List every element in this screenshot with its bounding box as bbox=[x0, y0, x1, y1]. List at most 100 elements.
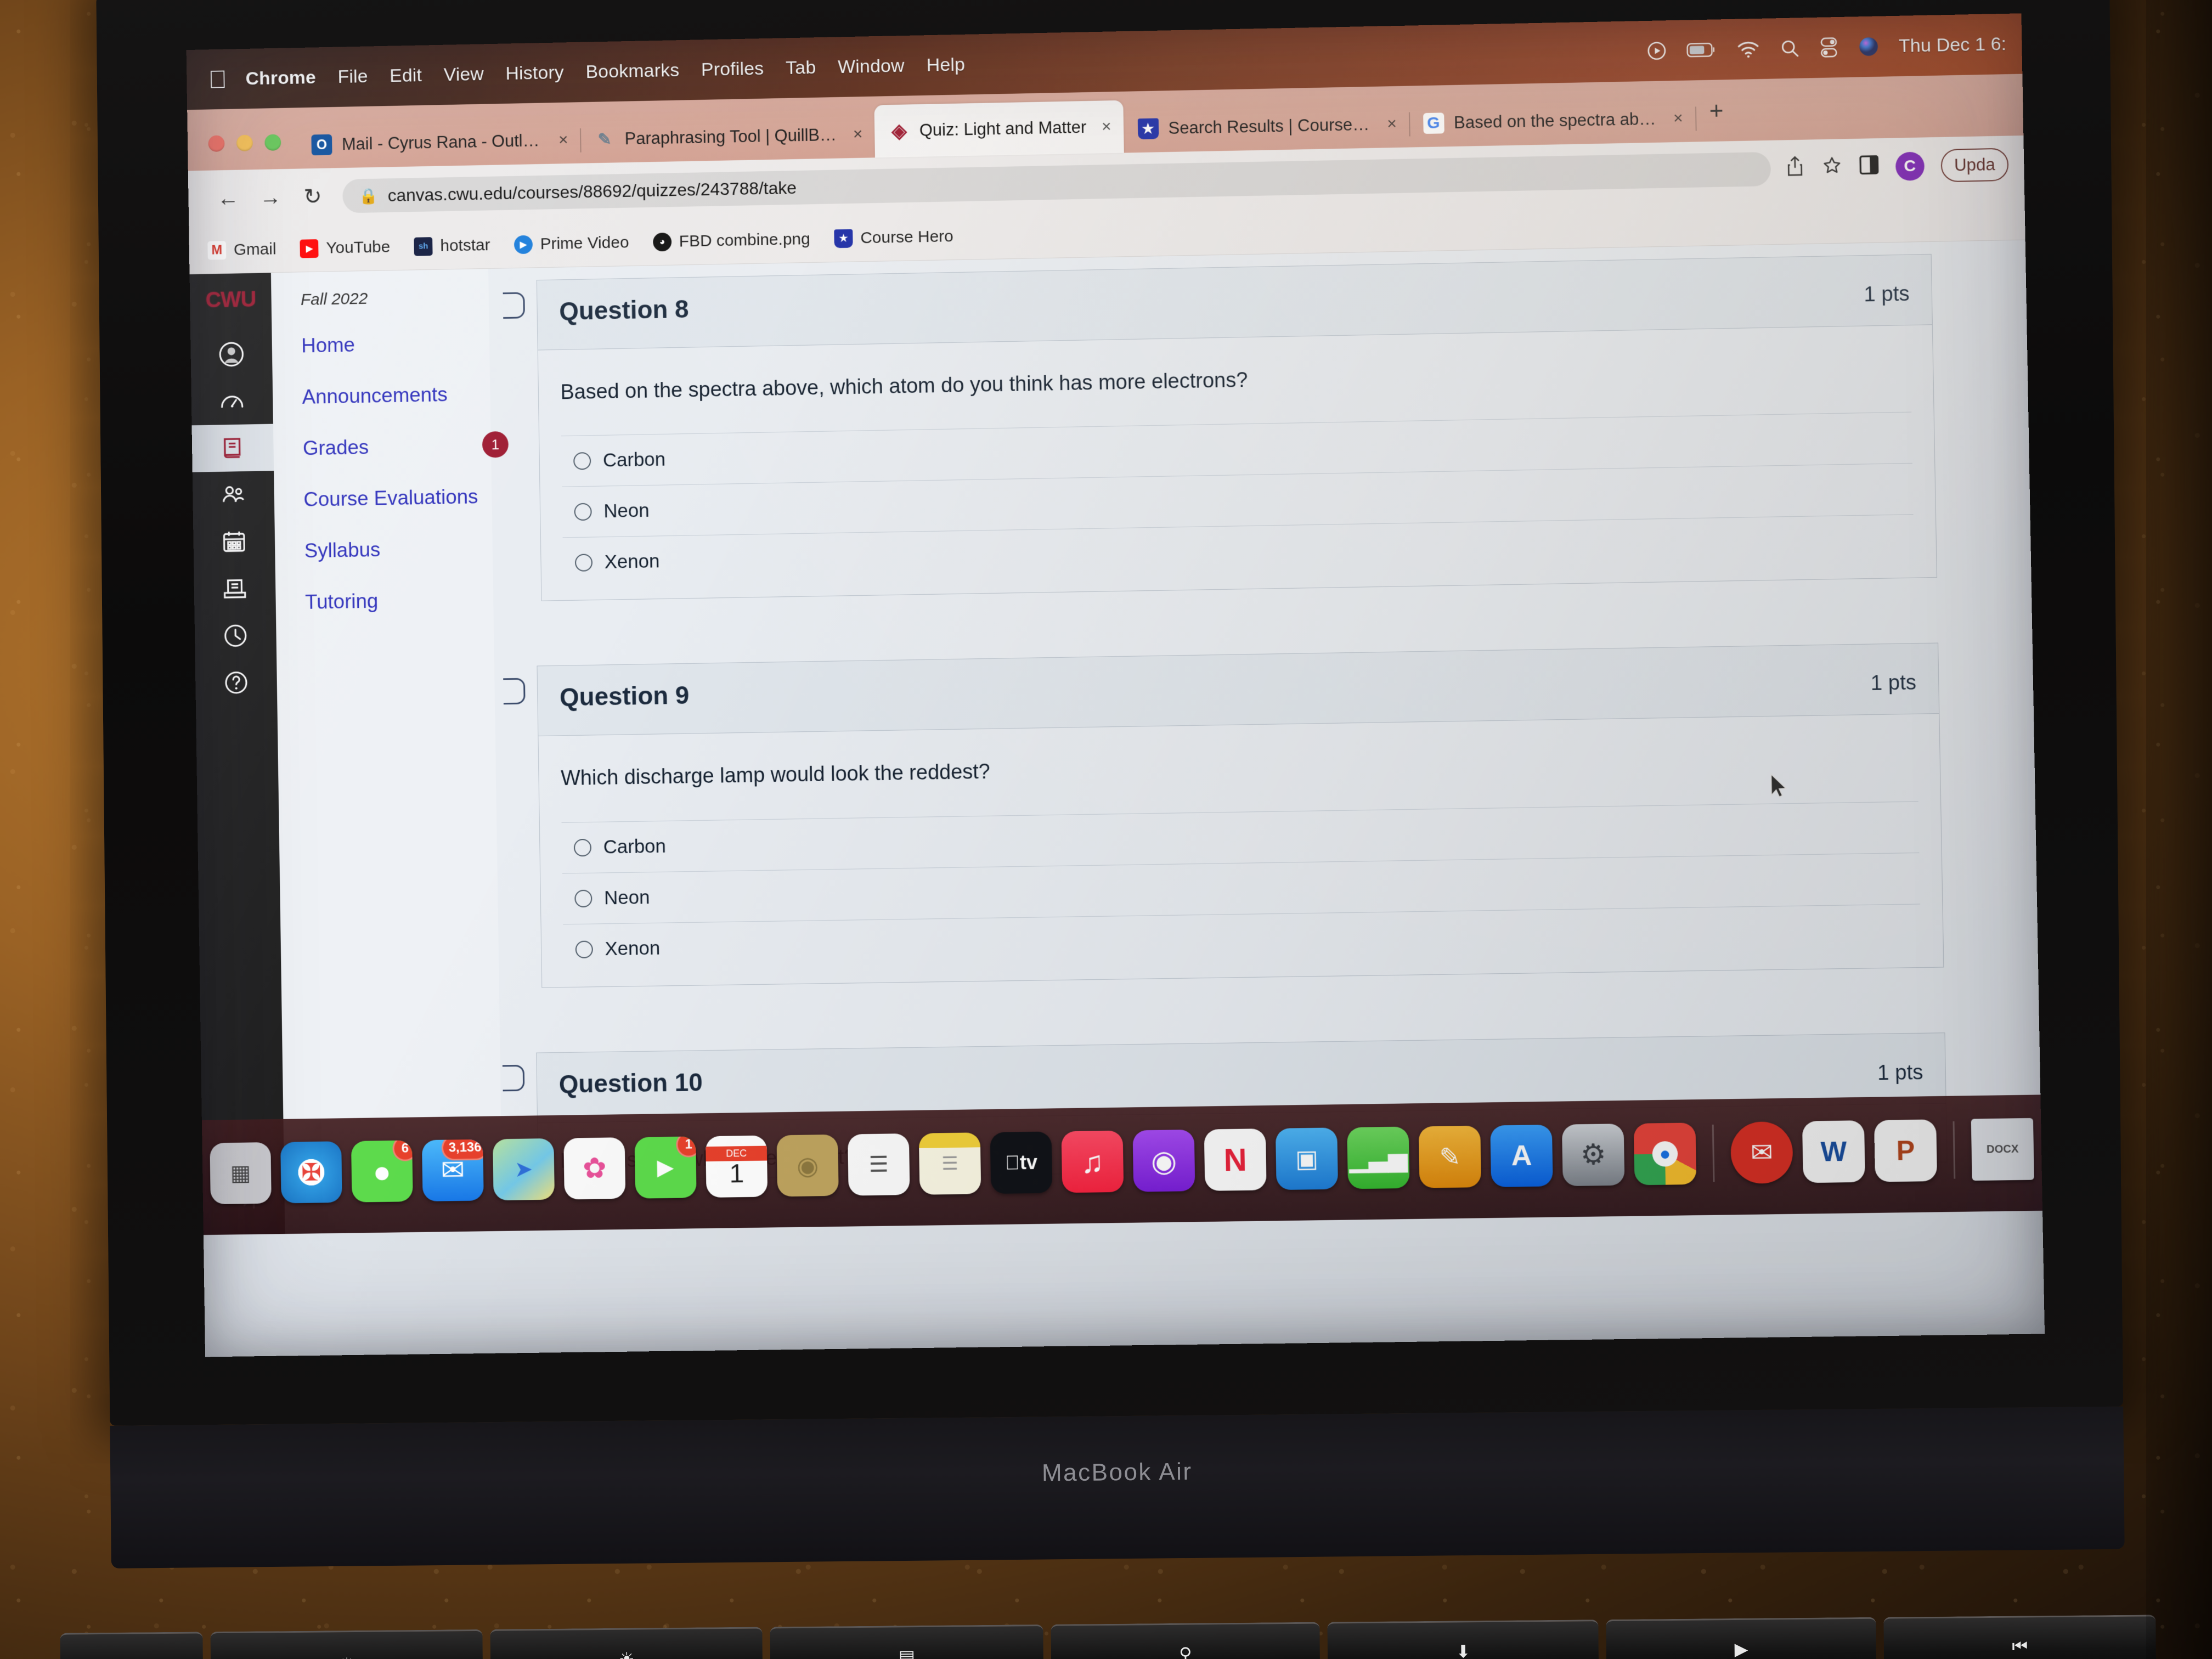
bookmark-youtube[interactable]: ▶ YouTube bbox=[300, 238, 391, 258]
radio-button-icon[interactable] bbox=[574, 503, 592, 521]
course-nav-syllabus[interactable]: Syllabus bbox=[304, 537, 493, 563]
menu-help[interactable]: Help bbox=[926, 54, 965, 76]
dock-keynote[interactable]: ▣ bbox=[1276, 1127, 1338, 1190]
bookmark-hotstar[interactable]: sh hotstar bbox=[414, 236, 490, 256]
flag-question-icon[interactable] bbox=[503, 292, 525, 318]
dock-contacts[interactable]: ◉ bbox=[776, 1135, 838, 1197]
key-media-previous[interactable]: ⏮ bbox=[1883, 1615, 2156, 1659]
dock-photos[interactable]: ✿ bbox=[563, 1137, 625, 1199]
dock-maps[interactable]: ➤ bbox=[493, 1138, 555, 1200]
sidebar-item-calendar[interactable] bbox=[193, 518, 275, 566]
key-do-not-disturb[interactable]: ▶ bbox=[1606, 1617, 1877, 1659]
close-icon[interactable]: × bbox=[853, 125, 863, 144]
close-icon[interactable]: × bbox=[1102, 117, 1111, 136]
tab-google-search[interactable]: G Based on the spectra above, w × bbox=[1408, 94, 1695, 147]
new-tab-button[interactable]: + bbox=[1695, 97, 1739, 142]
cwu-logo[interactable]: CWU bbox=[205, 287, 256, 313]
dock-gmail-app[interactable]: ✉ bbox=[1730, 1121, 1793, 1184]
sidebar-item-inbox[interactable] bbox=[194, 565, 276, 613]
sidebar-item-help[interactable] bbox=[195, 658, 278, 707]
dock-messages[interactable]: ● 6 bbox=[351, 1140, 413, 1202]
menu-file[interactable]: File bbox=[337, 66, 368, 88]
update-button[interactable]: Upda bbox=[1940, 148, 2008, 183]
dock-reminders[interactable]: ☰ bbox=[848, 1133, 910, 1196]
dock-launchpad[interactable]: ▦ bbox=[210, 1142, 272, 1204]
sidebar-item-groups[interactable] bbox=[193, 471, 275, 519]
radio-button-icon[interactable] bbox=[575, 554, 592, 572]
tab-quillbot[interactable]: ✎ Paraphrasing Tool | QuillBot AI × bbox=[580, 111, 875, 163]
course-nav-announcements[interactable]: Announcements bbox=[302, 382, 490, 409]
sidebar-item-account[interactable] bbox=[190, 330, 273, 379]
battery-icon[interactable] bbox=[1686, 40, 1718, 59]
sidebar-item-dashboard[interactable] bbox=[191, 377, 273, 425]
key-mission-control[interactable]: ▤ bbox=[770, 1624, 1043, 1659]
menu-bar-clock[interactable]: Thu Dec 1 6: bbox=[1899, 33, 2007, 57]
course-nav-course-evaluations[interactable]: Course Evaluations bbox=[303, 485, 492, 511]
key-spotlight[interactable]: ⚲ bbox=[1051, 1622, 1321, 1659]
key-esc[interactable]: esc bbox=[60, 1632, 203, 1659]
dock-podcasts[interactable]: ◉ bbox=[1133, 1130, 1195, 1192]
side-panel-icon[interactable] bbox=[1859, 155, 1879, 180]
menu-bookmarks[interactable]: Bookmarks bbox=[585, 59, 679, 82]
close-icon[interactable]: × bbox=[1673, 109, 1683, 128]
dock-pages[interactable]: ✎ bbox=[1419, 1126, 1481, 1188]
close-icon[interactable]: × bbox=[1387, 115, 1397, 133]
control-center-icon[interactable] bbox=[1819, 36, 1839, 59]
dock-microsoft-powerpoint[interactable]: P bbox=[1874, 1119, 1937, 1182]
dock-notes[interactable]: ☰ bbox=[919, 1132, 981, 1195]
wifi-icon[interactable] bbox=[1736, 39, 1761, 59]
menu-tab[interactable]: Tab bbox=[786, 57, 816, 79]
close-window-button[interactable] bbox=[208, 136, 224, 152]
bookmark-gmail[interactable]: M Gmail bbox=[207, 240, 276, 259]
dock-facetime[interactable]: ▶ 1 bbox=[635, 1136, 697, 1198]
key-dictation[interactable]: ⬇ bbox=[1328, 1620, 1599, 1659]
dock-docx-document[interactable]: DOCX bbox=[1971, 1118, 2034, 1181]
menu-history[interactable]: History bbox=[505, 62, 564, 84]
menu-edit[interactable]: Edit bbox=[390, 65, 422, 87]
dock-news[interactable]: N bbox=[1204, 1128, 1267, 1191]
dock-calendar[interactable]: DEC 1 bbox=[706, 1136, 768, 1198]
menu-window[interactable]: Window bbox=[838, 55, 905, 77]
radio-button-icon[interactable] bbox=[574, 890, 592, 907]
dock-numbers[interactable]: ▁▃▅ bbox=[1347, 1127, 1409, 1189]
radio-button-icon[interactable] bbox=[574, 839, 591, 856]
dock-apple-tv[interactable]: tv bbox=[990, 1131, 1053, 1194]
course-nav-grades[interactable]: Grades 1 bbox=[303, 433, 492, 460]
dock-system-settings[interactable]: ⚙ bbox=[1562, 1124, 1625, 1186]
dock-microsoft-word[interactable]: W bbox=[1802, 1120, 1865, 1183]
tab-quiz-light-and-matter[interactable]: ◈ Quiz: Light and Matter × bbox=[874, 100, 1124, 158]
flag-question-icon[interactable] bbox=[503, 678, 525, 704]
profile-avatar[interactable]: C bbox=[1895, 152, 1925, 181]
radio-button-icon[interactable] bbox=[573, 452, 591, 470]
sidebar-item-courses[interactable] bbox=[192, 424, 274, 472]
bookmark-prime-video[interactable]: ▶ Prime Video bbox=[514, 233, 629, 254]
reload-button[interactable]: ↻ bbox=[291, 184, 334, 210]
play-circle-icon[interactable] bbox=[1646, 40, 1668, 62]
radio-button-icon[interactable] bbox=[575, 940, 593, 958]
bookmark-fbd-combine[interactable]: ◕ FBD combine.png bbox=[653, 230, 810, 251]
share-icon[interactable] bbox=[1785, 155, 1805, 182]
minimize-window-button[interactable] bbox=[236, 135, 253, 151]
forward-button[interactable]: → bbox=[249, 185, 292, 210]
star-icon[interactable] bbox=[1821, 155, 1843, 181]
dock-mail[interactable]: ✉ 3,136 bbox=[422, 1139, 484, 1201]
sidebar-item-history[interactable] bbox=[194, 612, 276, 660]
apple-logo-icon[interactable]:  bbox=[208, 66, 228, 92]
dock-app-store[interactable]: A bbox=[1490, 1125, 1553, 1187]
dock-music[interactable]: ♫ bbox=[1062, 1131, 1124, 1193]
dock-chrome[interactable]: ● bbox=[1634, 1122, 1697, 1185]
course-nav-home[interactable]: Home bbox=[301, 331, 489, 357]
key-brightness-down[interactable]: ☼ bbox=[210, 1629, 483, 1659]
menu-profiles[interactable]: Profiles bbox=[701, 58, 764, 80]
bookmark-course-hero[interactable]: ★ Course Hero bbox=[834, 227, 953, 248]
flag-question-icon[interactable] bbox=[503, 1065, 524, 1091]
menu-chrome[interactable]: Chrome bbox=[245, 67, 316, 89]
tab-course-hero-search[interactable]: ★ Search Results | Course Hero × bbox=[1123, 100, 1409, 153]
search-icon[interactable] bbox=[1779, 37, 1801, 59]
key-brightness-up[interactable]: ☀ bbox=[490, 1627, 763, 1659]
maximize-window-button[interactable] bbox=[264, 134, 281, 151]
tab-outlook-mail[interactable]: O Mail - Cyrus Rana - Outlook × bbox=[297, 116, 580, 168]
menu-view[interactable]: View bbox=[443, 64, 484, 86]
dock-safari[interactable]: ✠ bbox=[280, 1141, 342, 1203]
siri-icon[interactable] bbox=[1858, 36, 1880, 58]
